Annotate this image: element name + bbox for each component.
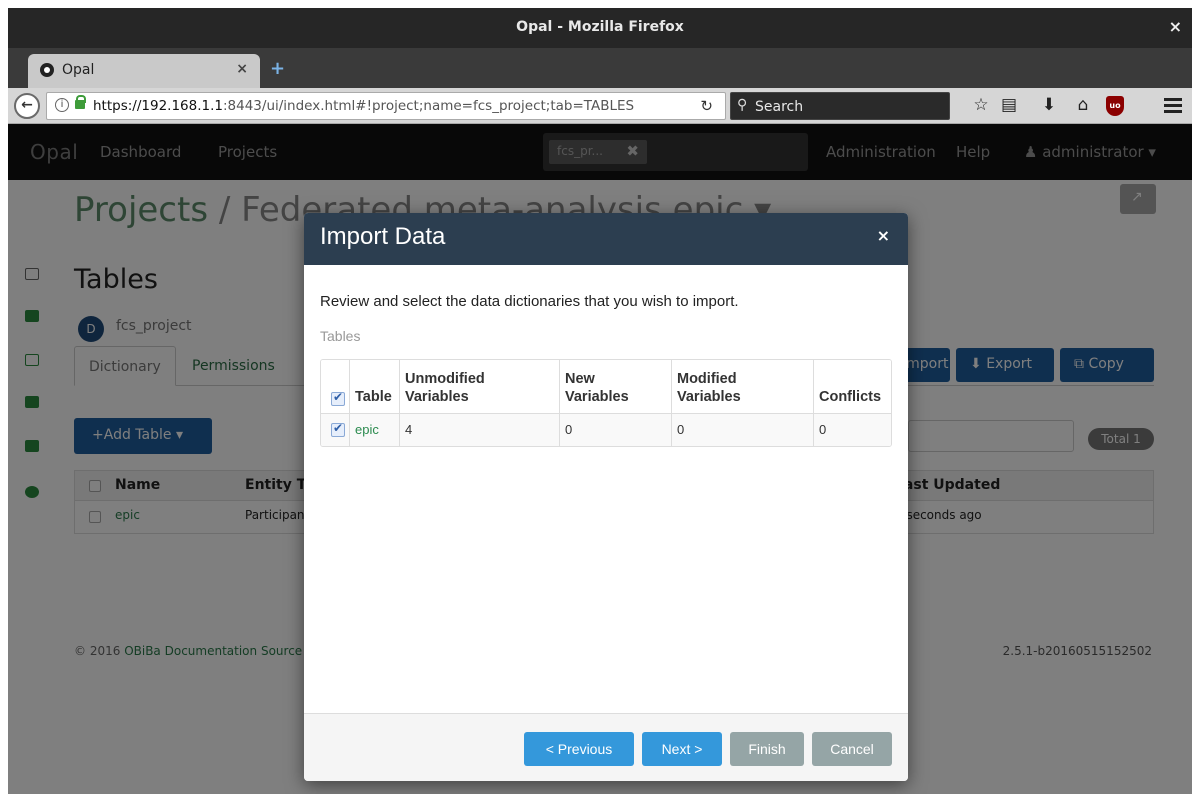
col-new: New Variables: [565, 371, 629, 405]
col-divider: [813, 360, 814, 413]
window-title: Opal - Mozilla Firefox: [516, 19, 684, 35]
window-titlebar: Opal - Mozilla Firefox ×: [8, 8, 1192, 48]
tables-section-label: Tables: [320, 328, 361, 344]
modal-instructions: Review and select the data dictionaries …: [320, 293, 739, 310]
browser-tabstrip: Opal × +: [8, 48, 1192, 88]
browser-tab[interactable]: Opal ×: [28, 54, 260, 88]
modal-close-button[interactable]: ×: [877, 226, 890, 245]
menu-icon[interactable]: [1164, 98, 1182, 114]
import-data-modal: Import Data × Review and select the data…: [304, 213, 908, 781]
tab-close-button[interactable]: ×: [236, 61, 248, 77]
tab-label: Opal: [62, 62, 95, 78]
col-modified: Modified Variables: [677, 371, 741, 405]
search-icon: ⚲: [737, 97, 748, 113]
row-new: 0: [565, 422, 573, 437]
bookmark-star-icon[interactable]: ☆: [970, 95, 992, 115]
new-tab-button[interactable]: +: [270, 58, 285, 79]
col-unmodified: Unmodified Variables: [405, 371, 485, 405]
search-bar[interactable]: ⚲ Search: [730, 92, 950, 120]
opal-eye-icon: [40, 63, 54, 77]
reload-icon[interactable]: ↻: [700, 97, 713, 115]
col-divider: [559, 414, 560, 446]
col-divider: [813, 414, 814, 446]
table-row[interactable]: epic 4 0 0 0: [321, 414, 891, 446]
finish-button[interactable]: Finish: [730, 732, 804, 766]
col-divider: [671, 360, 672, 413]
reading-list-icon[interactable]: ▤: [998, 95, 1020, 115]
back-button[interactable]: ←: [14, 93, 40, 119]
modal-title: Import Data: [320, 223, 446, 250]
cancel-button[interactable]: Cancel: [812, 732, 892, 766]
col-table: Table: [355, 389, 392, 405]
modal-footer: < Previous Next > Finish Cancel: [304, 713, 908, 781]
select-all-checkbox[interactable]: [331, 390, 345, 406]
dictionaries-table-header: Table Unmodified Variables New Variables…: [321, 360, 891, 414]
col-divider: [349, 360, 350, 413]
col-divider: [559, 360, 560, 413]
home-icon[interactable]: ⌂: [1072, 95, 1094, 115]
dictionaries-table: Table Unmodified Variables New Variables…: [320, 359, 892, 447]
col-divider: [671, 414, 672, 446]
search-placeholder: Search: [755, 99, 804, 115]
browser-toolbar: ← i https://192.168.1.1:8443/ui/index.ht…: [8, 88, 1192, 124]
ublock-icon[interactable]: uo: [1106, 96, 1124, 116]
url-text[interactable]: https://192.168.1.1:8443/ui/index.html#!…: [93, 98, 634, 114]
row-unmodified: 4: [405, 422, 413, 437]
previous-button[interactable]: < Previous: [524, 732, 634, 766]
lock-icon: [75, 95, 86, 109]
row-conflicts: 0: [819, 422, 827, 437]
col-divider: [349, 414, 350, 446]
col-divider: [399, 360, 400, 413]
window-close-button[interactable]: ×: [1169, 17, 1182, 36]
info-icon[interactable]: i: [55, 98, 69, 112]
next-button[interactable]: Next >: [642, 732, 722, 766]
url-bar[interactable]: i https://192.168.1.1:8443/ui/index.html…: [46, 92, 726, 120]
modal-header: Import Data ×: [304, 213, 908, 265]
row-checkbox[interactable]: [331, 421, 345, 437]
row-modified: 0: [677, 422, 685, 437]
row-table-link[interactable]: epic: [355, 422, 379, 437]
download-icon[interactable]: ⬇: [1038, 95, 1060, 115]
col-divider: [399, 414, 400, 446]
col-conflicts: Conflicts: [819, 389, 882, 405]
